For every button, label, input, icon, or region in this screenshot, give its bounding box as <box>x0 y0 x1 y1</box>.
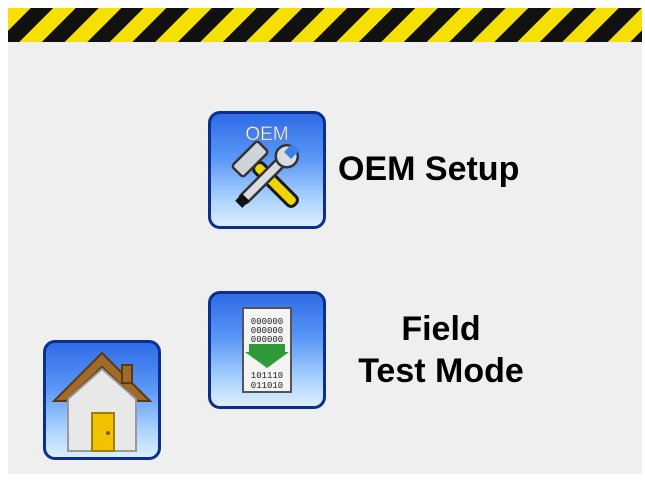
oem-setup-label: OEM Setup <box>338 150 520 188</box>
field-test-mode-label-line1: Field <box>401 310 481 348</box>
screen: OEM OEM Setup 000000 000000 000000 10111… <box>8 8 642 474</box>
field-test-mode-label: Field Test Mode <box>330 308 552 392</box>
field-test-mode-button[interactable]: 000000 000000 000000 101110 011010 <box>208 291 326 409</box>
svg-text:OEM: OEM <box>245 124 288 145</box>
home-button[interactable] <box>43 340 161 460</box>
binary-data-transfer-icon: 000000 000000 000000 101110 011010 <box>242 307 292 393</box>
oem-setup-button[interactable]: OEM <box>208 111 326 229</box>
svg-text:000000: 000000 <box>251 335 283 345</box>
hazard-stripe-bar <box>8 8 642 42</box>
svg-text:101110: 101110 <box>251 371 283 381</box>
home-icon <box>51 351 153 452</box>
wrench-hammer-icon: OEM <box>231 124 300 208</box>
svg-text:011010: 011010 <box>251 381 283 391</box>
field-test-mode-label-line2: Test Mode <box>358 352 524 390</box>
